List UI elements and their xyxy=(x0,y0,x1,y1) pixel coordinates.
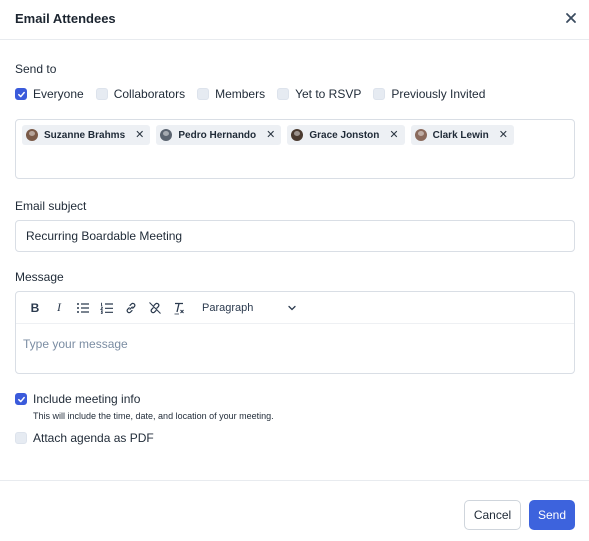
recipients-field[interactable]: Suzanne Brahms ✕ Pedro Hernando ✕ Grace … xyxy=(15,119,575,179)
checkbox[interactable] xyxy=(197,88,210,100)
cancel-button[interactable]: Cancel xyxy=(464,500,521,530)
checkbox[interactable] xyxy=(15,393,27,405)
recipient-option-label: Collaborators xyxy=(113,87,186,101)
attach-agenda-label: Attach agenda as PDF xyxy=(33,431,154,445)
include-meeting-info-option[interactable]: Include meeting info xyxy=(15,392,140,406)
checkbox[interactable] xyxy=(277,88,290,100)
recipient-name: Clark Lewin xyxy=(432,129,489,141)
checkbox[interactable] xyxy=(15,432,27,444)
attach-agenda-option[interactable]: Attach agenda as PDF xyxy=(15,431,154,445)
link-icon[interactable] xyxy=(122,299,140,317)
email-attendees-dialog: Email Attendees Send to Everyone Collabo… xyxy=(0,0,589,541)
include-meeting-info-help: This will include the time, date, and lo… xyxy=(33,411,274,421)
avatar xyxy=(160,129,173,141)
recipient-option-label: Everyone xyxy=(33,87,84,101)
paragraph-style-select[interactable]: Paragraph xyxy=(202,302,297,314)
dialog-header: Email Attendees xyxy=(0,0,589,40)
message-editor: B I Paragraph Type your message xyxy=(15,291,575,374)
send-button[interactable]: Send xyxy=(529,500,575,530)
recipient-option-yet-to-rsvp[interactable]: Yet to RSVP xyxy=(277,87,361,101)
recipient-name: Pedro Hernando xyxy=(178,129,257,141)
message-label: Message xyxy=(15,270,64,284)
avatar xyxy=(414,129,427,141)
bullet-list-icon[interactable] xyxy=(74,299,92,317)
recipient-name: Grace Jonston xyxy=(309,129,380,141)
avatar xyxy=(26,129,38,141)
editor-toolbar: B I Paragraph xyxy=(16,292,574,324)
message-input[interactable]: Type your message xyxy=(16,324,574,364)
recipient-option-label: Previously Invited xyxy=(391,87,486,101)
chevron-down-icon xyxy=(288,305,297,310)
bold-button[interactable]: B xyxy=(26,299,44,317)
italic-button[interactable]: I xyxy=(50,299,68,317)
recipient-option-collaborators[interactable]: Collaborators xyxy=(95,87,186,101)
recipient-option-members[interactable]: Members xyxy=(197,87,265,101)
checkbox[interactable] xyxy=(373,88,386,100)
dialog-title: Email Attendees xyxy=(15,11,116,26)
recipient-chip: Pedro Hernando ✕ xyxy=(156,125,282,145)
send-to-label: Send to xyxy=(15,62,57,76)
recipient-option-label: Members xyxy=(215,87,266,101)
close-icon[interactable]: ✕ xyxy=(389,129,398,141)
recipient-chip: Suzanne Brahms ✕ xyxy=(22,125,151,145)
close-icon[interactable]: ✕ xyxy=(499,129,508,141)
subject-label: Email subject xyxy=(15,199,87,213)
recipient-option-previously-invited[interactable]: Previously Invited xyxy=(373,87,485,101)
close-icon[interactable] xyxy=(563,10,579,26)
close-icon[interactable]: ✕ xyxy=(266,129,275,141)
checkbox[interactable] xyxy=(95,88,108,100)
clear-formatting-icon[interactable] xyxy=(170,299,188,317)
subject-input[interactable]: Recurring Boardable Meeting xyxy=(15,220,575,252)
close-icon[interactable]: ✕ xyxy=(135,129,144,141)
checkbox[interactable] xyxy=(15,88,27,100)
recipient-chip: Grace Jonston ✕ xyxy=(287,125,405,145)
recipient-chip: Clark Lewin ✕ xyxy=(410,125,514,145)
recipient-filter-group: Everyone Collaborators Members Yet to RS… xyxy=(15,85,497,103)
avatar xyxy=(291,129,304,141)
numbered-list-icon[interactable] xyxy=(98,299,116,317)
recipient-option-label: Yet to RSVP xyxy=(295,87,362,101)
recipient-name: Suzanne Brahms xyxy=(44,129,126,141)
unlink-icon[interactable] xyxy=(146,299,164,317)
recipient-option-everyone[interactable]: Everyone xyxy=(15,87,84,101)
include-meeting-info-label: Include meeting info xyxy=(33,392,141,406)
paragraph-style-value: Paragraph xyxy=(202,301,254,314)
